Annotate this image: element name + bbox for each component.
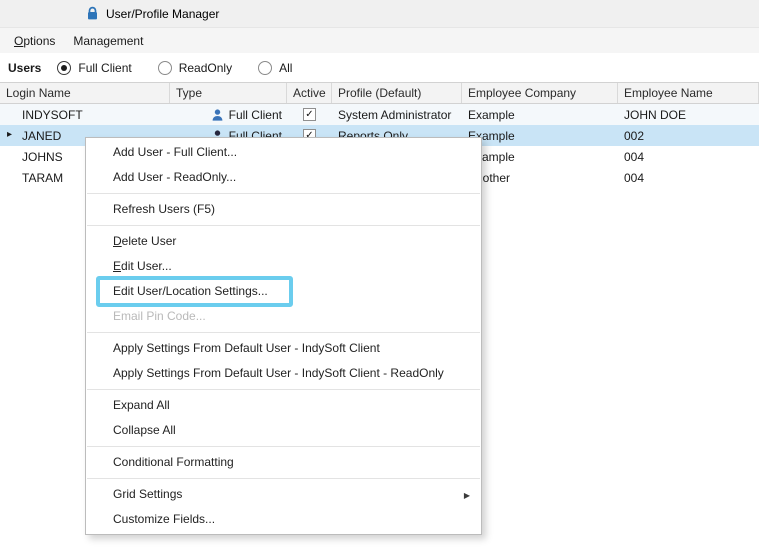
cell-employee-name: JOHN DOE	[624, 107, 687, 122]
radio-full-client-label: Full Client	[78, 60, 132, 75]
context-menu-item[interactable]: Edit User/Location Settings...	[86, 279, 481, 304]
cell-employee-company: Example	[468, 128, 515, 143]
cell-login-name: INDYSOFT	[22, 107, 83, 122]
context-menu-item[interactable]: Apply Settings From Default User - IndyS…	[86, 361, 481, 386]
radio-icon[interactable]	[57, 60, 72, 75]
context-menu-item[interactable]: Apply Settings From Default User - IndyS…	[86, 336, 481, 361]
column-header-employee-company[interactable]: Employee Company	[462, 83, 618, 103]
cell-employee-name: 002	[624, 128, 645, 143]
column-header-type[interactable]: Type	[170, 83, 287, 103]
app-lock-icon	[88, 6, 97, 20]
context-menu-item[interactable]: Add User - ReadOnly...	[86, 165, 481, 190]
users-filter-label: Users	[8, 60, 42, 75]
cell-employee-company: Example	[468, 107, 515, 122]
menu-separator	[87, 193, 480, 194]
column-header-active[interactable]: Active	[287, 83, 332, 103]
active-checkbox[interactable]: ✓	[303, 108, 316, 121]
context-menu-item[interactable]: Delete User	[86, 229, 481, 254]
menu-options-accel: O	[14, 33, 24, 48]
menubar: Options Management	[0, 28, 759, 53]
column-header-profile[interactable]: Profile (Default)	[332, 83, 462, 103]
context-menu-item: Email Pin Code...	[113, 309, 206, 323]
titlebar: User/Profile Manager	[0, 0, 759, 28]
table-row[interactable]: INDYSOFT Full Client ✓ System Administrator…	[0, 104, 759, 125]
cell-type: Full Client	[170, 104, 287, 125]
window-title: User/Profile Manager	[106, 6, 220, 21]
menu-separator	[87, 332, 480, 333]
grid-header: Login Name Type Active Profile (Default)…	[0, 82, 759, 104]
context-menu-item[interactable]: Grid Settings ▶	[86, 482, 481, 507]
context-menu-item[interactable]: Collapse All	[86, 418, 481, 443]
radio-all-label: All	[279, 60, 293, 75]
cell-profile: System Administrator	[338, 107, 452, 122]
radio-readonly-label: ReadOnly	[178, 60, 233, 75]
context-menu-item[interactable]: Refresh Users (F5)	[86, 197, 481, 222]
cell-employee-name: 004	[624, 170, 645, 185]
menu-separator	[87, 446, 480, 447]
context-menu: Add User - Full Client... Add User - Read…	[85, 137, 482, 535]
context-menu-item[interactable]: Expand All	[86, 393, 481, 418]
cell-employee-company: Another	[468, 170, 511, 185]
column-header-employee-name[interactable]: Employee Name	[618, 83, 759, 103]
radio-all[interactable]: All	[258, 60, 293, 75]
menu-separator	[87, 389, 480, 390]
cell-active: ✓	[287, 104, 332, 125]
menu-options[interactable]: Options	[5, 31, 64, 51]
checkmark-icon: ✓	[305, 108, 314, 120]
menu-options-rest: ptions	[23, 33, 56, 48]
menu-separator	[87, 478, 480, 479]
context-menu-item[interactable]: Conditional Formatting	[86, 450, 481, 475]
selected-row-indicator-icon: ▸	[7, 129, 13, 140]
radio-icon[interactable]	[157, 60, 172, 75]
menu-separator	[87, 225, 480, 226]
cell-employee-company: Example	[468, 149, 515, 164]
context-menu-item[interactable]: Customize Fields...	[86, 507, 481, 532]
menu-management[interactable]: Management	[64, 31, 152, 51]
column-header-login-name[interactable]: Login Name	[0, 83, 170, 103]
radio-readonly[interactable]: ReadOnly	[157, 60, 233, 75]
radio-full-client[interactable]: Full Client	[57, 60, 132, 75]
radio-icon[interactable]	[258, 60, 273, 75]
context-menu-item[interactable]: Edit User...	[86, 254, 481, 279]
submenu-arrow-icon: ▶	[463, 491, 470, 500]
cell-employee-name: 004	[624, 149, 645, 164]
users-filter-row: Users Full Client ReadOnly All	[0, 53, 759, 82]
user-icon	[212, 108, 223, 121]
context-menu-item[interactable]: Add User - Full Client...	[86, 140, 481, 165]
